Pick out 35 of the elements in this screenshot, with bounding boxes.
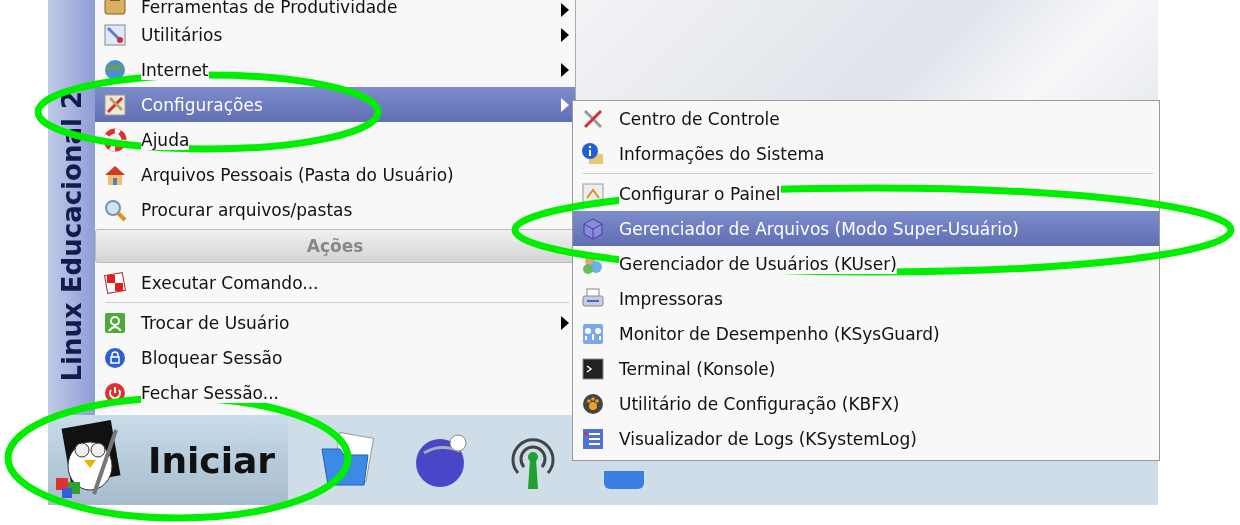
menu-item[interactable]: Ajuda bbox=[95, 122, 575, 157]
info-icon bbox=[581, 141, 605, 166]
menu-item[interactable]: Trocar de Usuário bbox=[95, 305, 575, 340]
menu-item[interactable]: Fechar Sessão... bbox=[95, 375, 575, 410]
menu-side-banner: Linux Educacional 2 bbox=[48, 0, 95, 415]
paw-icon bbox=[581, 391, 605, 416]
menu-item[interactable]: Utilitários bbox=[95, 17, 575, 52]
menu-item[interactable]: Gerenciador de Usuários (KUser) bbox=[573, 246, 1159, 281]
magnifier-icon bbox=[103, 197, 127, 222]
toolbox-icon bbox=[103, 0, 127, 17]
log-list-icon bbox=[581, 426, 605, 451]
menu-item[interactable]: Gerenciador de Arquivos (Modo Super-Usuário) bbox=[573, 211, 1159, 246]
menu-item[interactable]: Impressoras bbox=[573, 281, 1159, 316]
menu-item[interactable]: Arquivos Pessoais (Pasta do Usuário) bbox=[95, 157, 575, 192]
cube-icon bbox=[581, 216, 605, 241]
menu-item[interactable]: Terminal (Konsole) bbox=[573, 351, 1159, 386]
lock-icon bbox=[103, 345, 127, 370]
menu-item[interactable]: Monitor de Desempenho (KSysGuard) bbox=[573, 316, 1159, 351]
checker-icon bbox=[103, 270, 127, 295]
menu-item[interactable]: Configurar o Painel bbox=[573, 176, 1159, 211]
menu-item[interactable]: Executar Comando... bbox=[95, 265, 575, 300]
terminal-icon bbox=[581, 356, 605, 381]
menu-item[interactable]: Bloquear Sessão bbox=[95, 340, 575, 375]
gauges-icon bbox=[581, 321, 605, 346]
menu-item[interactable]: Procurar arquivos/pastas bbox=[95, 192, 575, 227]
user-icon bbox=[103, 310, 127, 335]
start-button[interactable]: Iniciar bbox=[48, 415, 288, 505]
menu-item[interactable]: Visualizador de Logs (KSystemLog) bbox=[573, 421, 1159, 456]
menu-item[interactable]: Informações do Sistema bbox=[573, 136, 1159, 171]
menu-item[interactable]: Internet bbox=[95, 52, 575, 87]
menu-item[interactable]: Utilitário de Configuração (KBFX) bbox=[573, 386, 1159, 421]
menu-item[interactable]: Configurações bbox=[95, 87, 575, 122]
section-header: Ações bbox=[95, 229, 575, 263]
menu-item[interactable]: Centro de Controle bbox=[573, 101, 1159, 136]
lifebuoy-icon bbox=[103, 127, 127, 152]
